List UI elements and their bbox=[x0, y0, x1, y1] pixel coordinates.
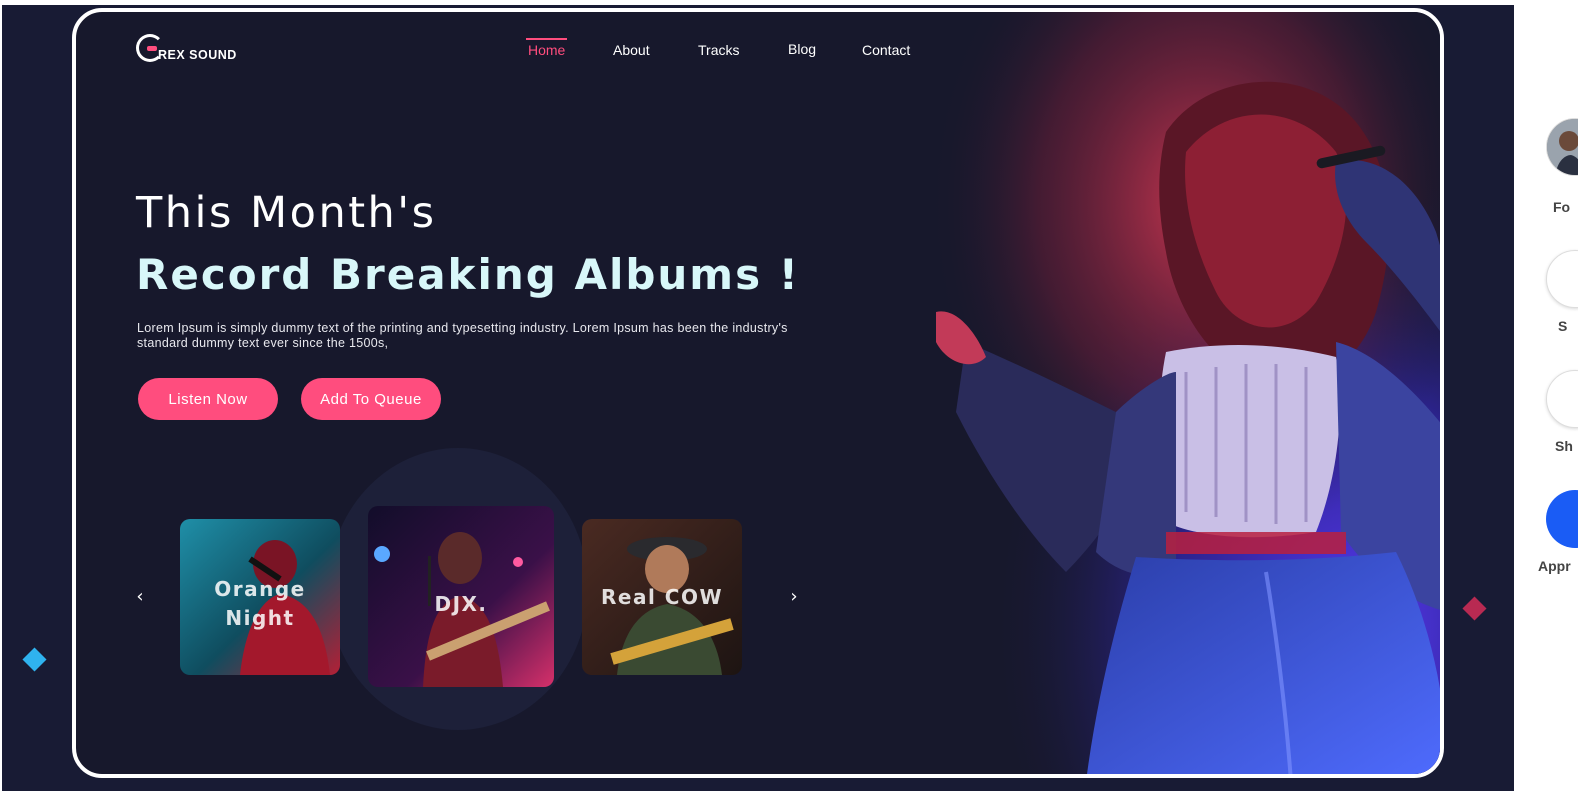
like-button[interactable] bbox=[1546, 250, 1578, 308]
nav-tracks[interactable]: Tracks bbox=[698, 42, 739, 58]
album-card-real-cow[interactable]: Real COW bbox=[582, 519, 742, 675]
panel-label-appreciate: Appr bbox=[1538, 558, 1571, 574]
logo-mark-icon bbox=[136, 34, 164, 62]
hero-performer-image bbox=[836, 12, 1440, 774]
album-title-line1: Real COW bbox=[600, 585, 724, 609]
album-card-orange-night[interactable]: Orange Night bbox=[180, 519, 340, 675]
nav-home[interactable]: Home bbox=[525, 38, 568, 58]
avatar-image bbox=[1547, 119, 1578, 175]
screen: REX SOUND Home About Tracks Blog Contact… bbox=[0, 0, 1578, 807]
album-title-line1: Orange bbox=[214, 577, 306, 601]
album-title-line2: Night bbox=[225, 606, 295, 630]
creator-avatar[interactable] bbox=[1546, 118, 1578, 176]
nav-about[interactable]: About bbox=[613, 42, 650, 58]
panel-label-follow: Fo bbox=[1553, 199, 1571, 215]
chevron-left-icon[interactable]: ‹ bbox=[130, 587, 150, 607]
share-button[interactable] bbox=[1546, 370, 1578, 428]
share-side-panel: Fo S Sh Appr bbox=[1514, 0, 1578, 807]
chevron-right-icon[interactable]: › bbox=[784, 587, 804, 607]
nav-blog[interactable]: Blog bbox=[788, 41, 816, 57]
logo-text: REX SOUND bbox=[158, 48, 237, 62]
album-card-djx[interactable]: DJX. bbox=[368, 506, 554, 687]
hero-headline-line2: Record Breaking Albums ! bbox=[136, 250, 800, 299]
album-title-line1: DJX. bbox=[434, 592, 488, 616]
hero-intro-text: Lorem Ipsum is simply dummy text of the … bbox=[137, 321, 788, 350]
panel-label-save: S bbox=[1558, 318, 1568, 334]
listen-now-button[interactable]: Listen Now bbox=[138, 378, 278, 420]
brand-logo[interactable]: REX SOUND bbox=[136, 34, 237, 62]
hero-headline-line1: This Month's bbox=[136, 188, 437, 238]
add-to-queue-button[interactable]: Add To Queue bbox=[301, 378, 441, 420]
landing-page-frame: REX SOUND Home About Tracks Blog Contact… bbox=[72, 8, 1444, 778]
appreciate-button[interactable] bbox=[1546, 490, 1578, 548]
panel-label-share: Sh bbox=[1555, 438, 1573, 454]
nav-contact[interactable]: Contact bbox=[862, 42, 910, 58]
